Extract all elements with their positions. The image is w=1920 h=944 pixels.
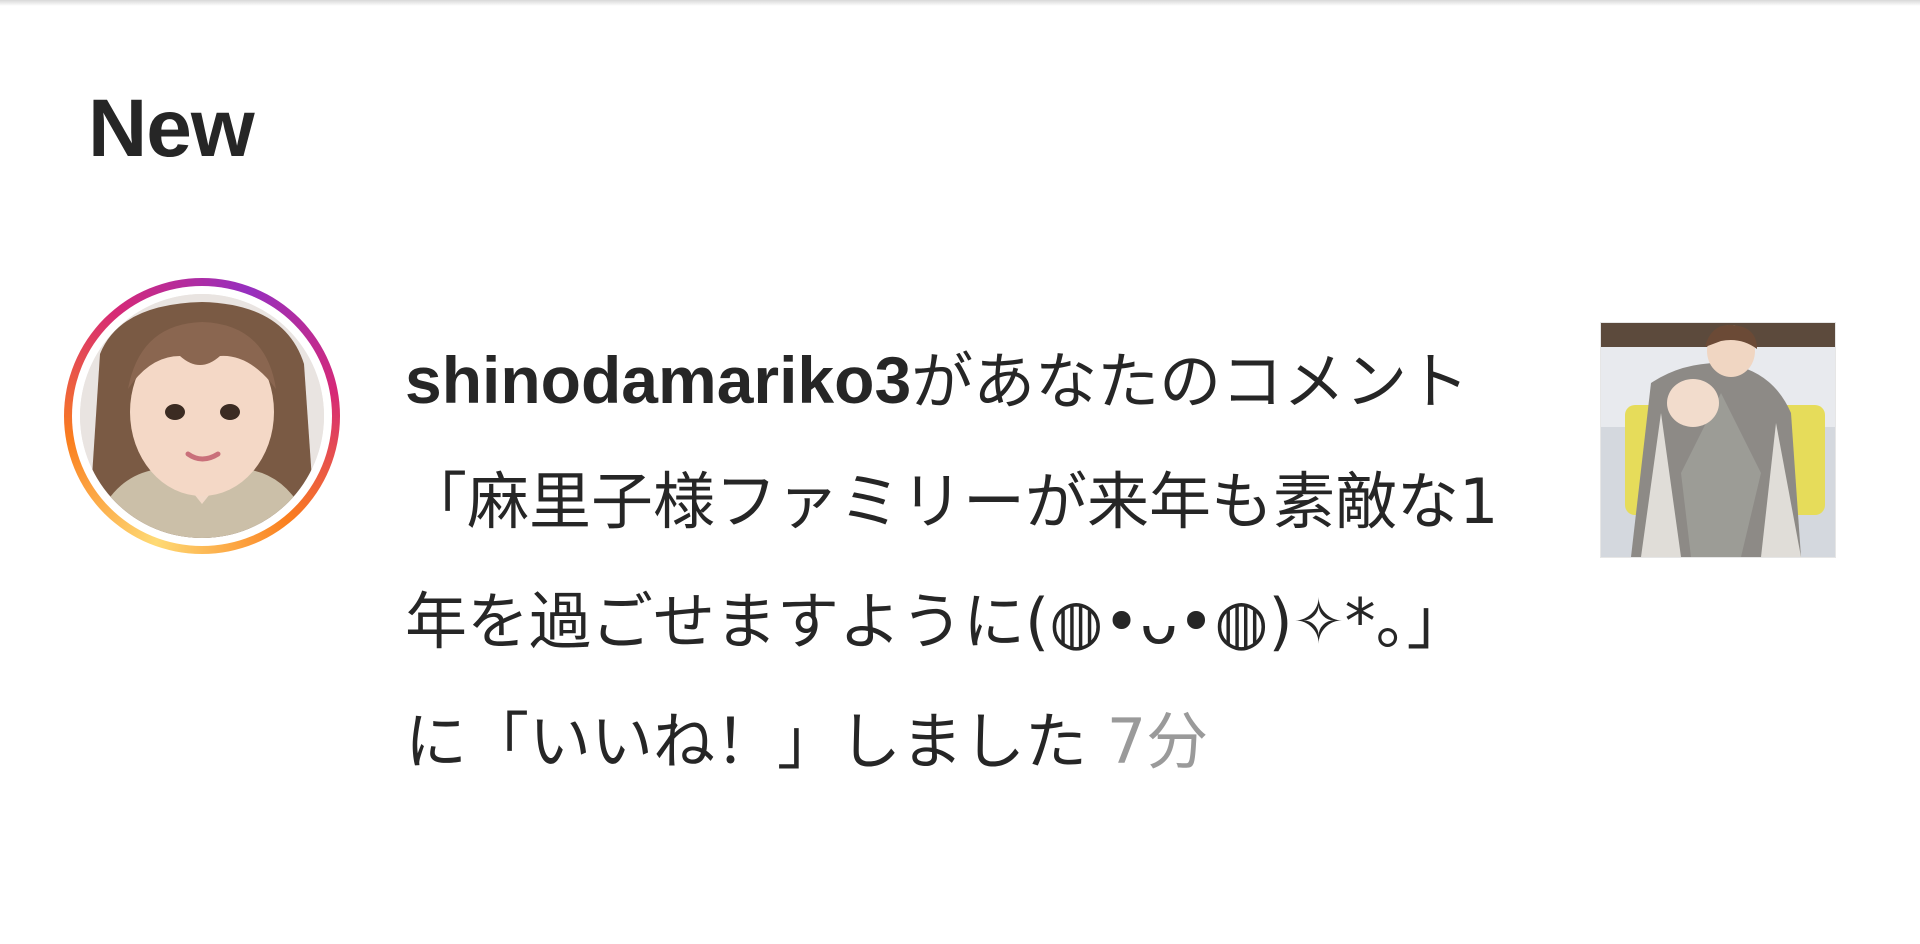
activity-page: New shinodamariko3があなたのコメント「麻里子様ファミリーが来年… <box>0 0 1920 944</box>
notification-item[interactable]: shinodamariko3があなたのコメント「麻里子様ファミリーが来年も素敵な… <box>0 270 1920 910</box>
post-photo-icon <box>1601 323 1835 557</box>
notification-text[interactable]: shinodamariko3があなたのコメント「麻里子様ファミリーが来年も素敵な… <box>405 320 1505 802</box>
top-divider <box>0 0 1920 6</box>
avatar[interactable] <box>80 294 324 538</box>
notification-time: 7分 <box>1106 705 1209 778</box>
post-thumbnail[interactable] <box>1600 322 1836 558</box>
avatar-story-ring[interactable] <box>64 278 340 554</box>
username-link[interactable]: shinodamariko3 <box>405 343 911 417</box>
section-title: New <box>88 83 255 174</box>
profile-photo-icon <box>80 294 324 538</box>
